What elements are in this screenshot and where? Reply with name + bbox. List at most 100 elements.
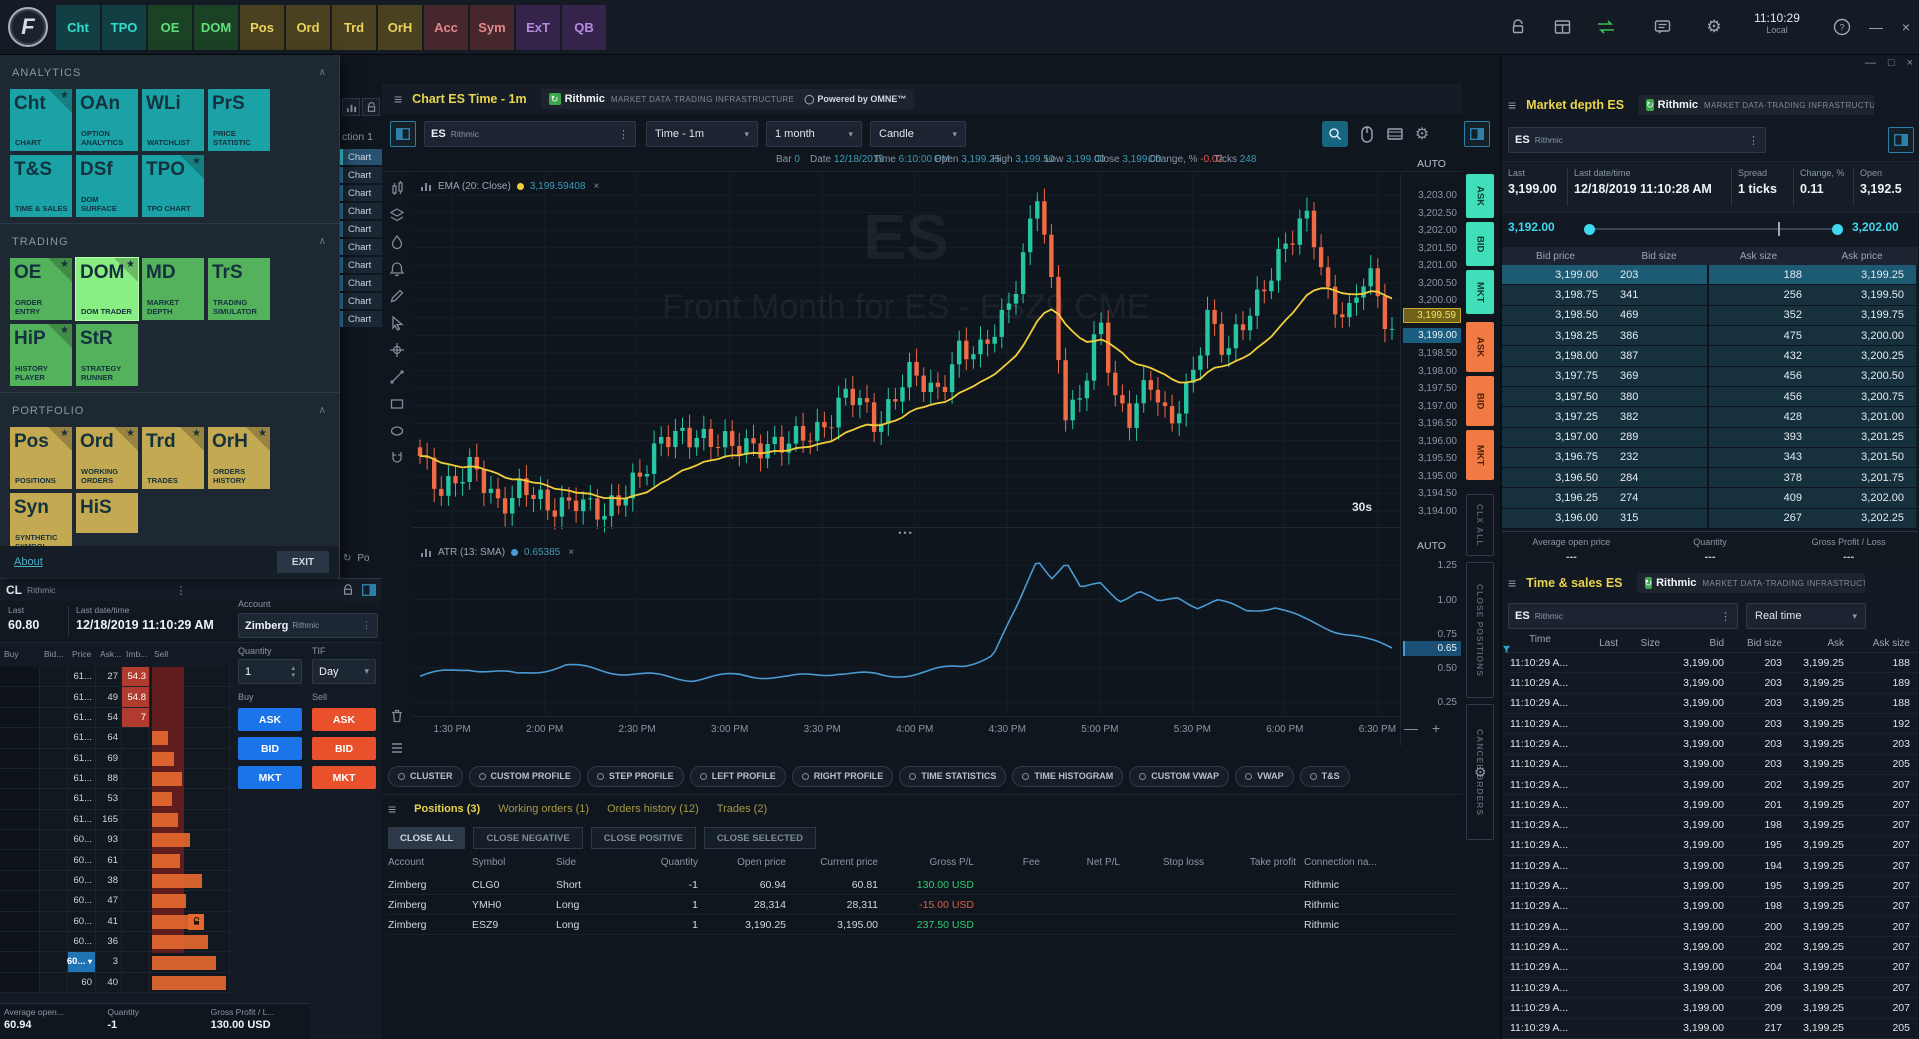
- column-header[interactable]: Connection na...: [1304, 857, 1414, 868]
- close-all-button[interactable]: CLOSE ALL: [388, 827, 465, 849]
- ts-symbol-menu-icon[interactable]: ⋮: [1720, 610, 1731, 623]
- md-column-header[interactable]: Bid price: [1502, 251, 1609, 262]
- dom-ladder-row[interactable]: 60...93: [0, 830, 232, 850]
- toolbar-button-ext[interactable]: ExT: [516, 5, 560, 50]
- ts-row[interactable]: 11:10:29 A...3,199.002033,199.25189: [1502, 673, 1918, 693]
- sell-ask-order-button[interactable]: ASK: [312, 708, 376, 731]
- messages-icon[interactable]: [1650, 15, 1674, 39]
- launcher-tile-pos[interactable]: ★PosPOSITIONS: [10, 427, 72, 489]
- sell-mkt-order-button[interactable]: MKT: [312, 766, 376, 789]
- dom-ladder-row[interactable]: 61...2754.3: [0, 667, 232, 687]
- ts-symbol-input[interactable]: ES Rithmic ⋮: [1508, 603, 1738, 629]
- chart-mini-icon[interactable]: [342, 98, 360, 116]
- ts-row[interactable]: 11:10:29 A...3,199.002093,199.25207: [1502, 998, 1918, 1018]
- ts-row[interactable]: 11:10:29 A...3,199.002033,199.25205: [1502, 755, 1918, 775]
- candles-tool-icon[interactable]: [387, 178, 407, 198]
- column-header[interactable]: Open price: [706, 857, 794, 868]
- md-symbol-input[interactable]: ES Rithmic ⋮: [1508, 127, 1766, 153]
- chart-tab[interactable]: Chart: [340, 185, 382, 201]
- positions-menu-icon[interactable]: ≡: [388, 801, 396, 817]
- atr-remove-icon[interactable]: ×: [568, 547, 574, 558]
- bell-tool-icon[interactable]: [387, 259, 407, 279]
- panel-close-icon[interactable]: ×: [1907, 57, 1913, 69]
- ts-row[interactable]: 11:10:29 A...3,199.002023,199.25207: [1502, 775, 1918, 795]
- buy-bid-button[interactable]: BID: [1466, 222, 1494, 266]
- dom-column-header[interactable]: Imb...: [122, 649, 150, 659]
- ts-mode-dropdown[interactable]: Real time▾: [1746, 603, 1866, 629]
- toolbar-button-sym[interactable]: Sym: [470, 5, 514, 50]
- profile-button-time-statistics[interactable]: TIME STATISTICS: [899, 766, 1006, 787]
- md-row[interactable]: 3,198.753412563,199.50: [1502, 285, 1918, 305]
- magnet-tool-icon[interactable]: [387, 448, 407, 468]
- toolbar-button-tpo[interactable]: TPO: [102, 5, 146, 50]
- slider-handle-left[interactable]: [1584, 224, 1595, 235]
- cursor-tool-icon[interactable]: [387, 313, 407, 333]
- chart-menu-icon[interactable]: ≡: [394, 91, 402, 107]
- column-header[interactable]: Quantity: [634, 857, 706, 868]
- ts-column-header[interactable]: Bid size: [1724, 638, 1782, 649]
- ts-row[interactable]: 11:10:29 A...3,199.002033,199.25192: [1502, 714, 1918, 734]
- ts-row[interactable]: 11:10:29 A...3,199.001953,199.25207: [1502, 836, 1918, 856]
- slider-handle-right[interactable]: [1832, 224, 1843, 235]
- ts-row[interactable]: 11:10:29 A...3,199.002023,199.25207: [1502, 937, 1918, 957]
- sell-ask-button[interactable]: ASK: [1466, 322, 1494, 372]
- profile-button-custom-vwap[interactable]: CUSTOM VWAP: [1129, 766, 1229, 787]
- help-icon[interactable]: ?: [1830, 15, 1854, 39]
- position-row[interactable]: ZimbergCLG0Short-160.9460.81130.00 USDRi…: [388, 875, 1456, 895]
- md-row[interactable]: 3,197.002893933,201.25: [1502, 428, 1918, 448]
- price-axis-auto[interactable]: AUTO: [1401, 158, 1462, 170]
- chart-tab[interactable]: Chart: [340, 221, 382, 237]
- md-row[interactable]: 3,197.753694563,200.50: [1502, 367, 1918, 387]
- ts-row[interactable]: 11:10:29 A...3,199.001983,199.25207: [1502, 816, 1918, 836]
- column-header[interactable]: Account: [388, 857, 472, 868]
- refresh-icon[interactable]: ↻: [343, 553, 351, 564]
- ts-row[interactable]: 11:10:29 A...3,199.002033,199.25203: [1502, 734, 1918, 754]
- chart-symbol-input[interactable]: ES Rithmic ⋮: [424, 121, 636, 147]
- close-positions-button[interactable]: CLOSE POSITIONS: [1466, 562, 1494, 698]
- close-selected-button[interactable]: CLOSE SELECTED: [704, 827, 816, 849]
- profile-button-time-histogram[interactable]: TIME HISTOGRAM: [1012, 766, 1123, 787]
- chart-tab[interactable]: Chart: [340, 275, 382, 291]
- md-table-rows[interactable]: 3,199.002031883,199.253,198.753412563,19…: [1502, 265, 1918, 529]
- ts-column-header[interactable]: Bid: [1660, 638, 1724, 649]
- md-row[interactable]: 3,196.752323433,201.50: [1502, 448, 1918, 468]
- ts-row[interactable]: 11:10:29 A...3,199.002003,199.25207: [1502, 917, 1918, 937]
- sell-mkt-button[interactable]: MKT: [1466, 430, 1494, 480]
- column-header[interactable]: Gross P/L: [886, 857, 982, 868]
- trash-icon[interactable]: [387, 706, 407, 726]
- dom-column-header[interactable]: Bid...: [40, 649, 68, 659]
- ts-row[interactable]: 11:10:29 A...3,199.002013,199.25207: [1502, 795, 1918, 815]
- launcher-tile-oan[interactable]: OAnOPTION ANALYTICS: [76, 89, 138, 151]
- md-row[interactable]: 3,199.002031883,199.25: [1502, 265, 1918, 285]
- buy-mkt-button[interactable]: MKT: [1466, 270, 1494, 314]
- profile-button-step-profile[interactable]: STEP PROFILE: [587, 766, 684, 787]
- dom-menu-icon[interactable]: ⋮: [175, 584, 186, 597]
- tab-ordershistory[interactable]: Orders history (12): [607, 803, 699, 815]
- dom-ladder-row[interactable]: 61...53: [0, 789, 232, 809]
- column-header[interactable]: Fee: [982, 857, 1048, 868]
- position-row[interactable]: ZimbergESZ9Long13,190.253,195.00237.50 U…: [388, 915, 1456, 935]
- dom-ladder-row[interactable]: 60...47: [0, 891, 232, 911]
- profile-button-cluster[interactable]: CLUSTER: [388, 766, 463, 787]
- collapse-chevron-icon[interactable]: ∧: [319, 405, 327, 417]
- md-row[interactable]: 3,197.503804563,200.75: [1502, 387, 1918, 407]
- about-link[interactable]: About: [14, 556, 43, 568]
- collapse-chevron-icon[interactable]: ∧: [319, 236, 327, 248]
- launcher-tile-wli[interactable]: WLiWATCHLIST: [142, 89, 204, 151]
- chart-tab[interactable]: Chart: [340, 167, 382, 183]
- profile-button-right-profile[interactable]: RIGHT PROFILE: [792, 766, 894, 787]
- launcher-tile-hip[interactable]: ★HiPHISTORY PLAYER: [10, 324, 72, 386]
- dom-column-header[interactable]: Sell: [150, 649, 230, 659]
- panel-maximize-icon[interactable]: □: [1888, 57, 1895, 69]
- column-header[interactable]: Net P/L: [1048, 857, 1128, 868]
- profile-settings-gear-icon[interactable]: ⚙: [1474, 764, 1487, 781]
- md-row[interactable]: 3,198.504693523,199.75: [1502, 306, 1918, 326]
- layout-panels-icon[interactable]: [1550, 15, 1574, 39]
- mouse-mode-icon[interactable]: [1356, 123, 1378, 145]
- positions-tab-stub[interactable]: Po: [357, 553, 369, 564]
- ts-row[interactable]: 11:10:29 A...3,199.001953,199.25207: [1502, 876, 1918, 896]
- chart-search-icon[interactable]: [1322, 121, 1348, 147]
- toolbar-button-pos[interactable]: Pos: [240, 5, 284, 50]
- sell-bid-order-button[interactable]: BID: [312, 737, 376, 760]
- toolbar-button-trd[interactable]: Trd: [332, 5, 376, 50]
